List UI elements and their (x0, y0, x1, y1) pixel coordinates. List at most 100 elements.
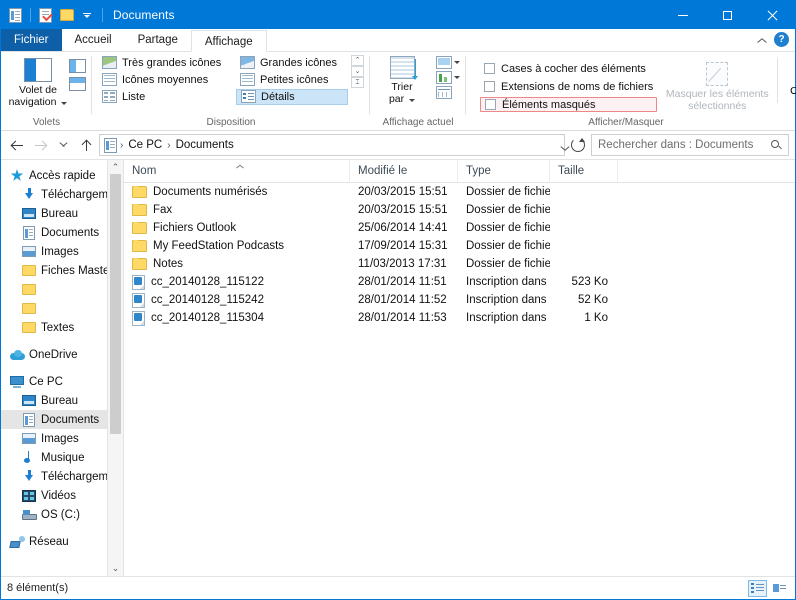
large-icons-icon (240, 56, 255, 69)
new-folder-icon[interactable] (58, 7, 75, 24)
sidebar-scrollbar[interactable]: ⌃ ⌄ (107, 160, 123, 576)
sidebar-item-pc-videos[interactable]: Vidéos (1, 486, 123, 505)
recent-locations-button[interactable] (53, 135, 73, 155)
table-row[interactable]: cc_20140128_115122 28/01/2014 11:51 Insc… (124, 273, 795, 291)
sort-dropdown-icon[interactable] (409, 98, 416, 102)
properties-icon[interactable] (37, 7, 54, 24)
file-modified: 28/01/2014 11:53 (358, 312, 447, 324)
search-box[interactable]: Rechercher dans : Documents (591, 134, 789, 156)
sidebar-item-textes[interactable]: Textes (1, 318, 123, 337)
forward-button[interactable] (30, 135, 50, 155)
checkbox-hidden-items[interactable]: Éléments masqués (480, 97, 658, 112)
table-row[interactable]: My FeedStation Podcasts 17/09/2014 15:31… (124, 237, 795, 255)
column-header-modifie-le[interactable]: Modifié le (350, 160, 458, 182)
options-button[interactable]: Options (784, 56, 796, 102)
layout-option-petites-icones[interactable]: Petites icônes (236, 72, 348, 88)
layout-option-icones-moyennes[interactable]: Icônes moyennes (98, 72, 236, 88)
sort-by-button[interactable]: Trier par (376, 54, 428, 105)
size-columns-button[interactable] (436, 86, 460, 99)
nav-pane-dropdown-icon[interactable] (61, 101, 68, 105)
tab-accueil[interactable]: Accueil (62, 29, 125, 51)
sidebar-item-ce-pc[interactable]: Ce PC (1, 372, 123, 391)
sidebar-item-acces-rapide[interactable]: Accès rapide (1, 166, 123, 185)
search-input[interactable]: Rechercher dans : Documents (598, 139, 771, 151)
sidebar-scroll-thumb[interactable] (110, 174, 121, 434)
file-size: 1 Ko (584, 312, 608, 324)
tab-affichage[interactable]: Affichage (190, 30, 267, 52)
checkbox-file-extensions[interactable]: Extensions de noms de fichiers (480, 79, 657, 94)
layout-option-details[interactable]: Détails (236, 88, 348, 105)
table-row[interactable]: Fax 20/03/2015 15:51 Dossier de fichiers (124, 201, 795, 219)
sidebar-item-pc-os-c[interactable]: OS (C:) (1, 505, 123, 524)
breadcrumb-item-documents[interactable]: Documents (172, 139, 238, 151)
column-header-extra[interactable] (618, 160, 795, 182)
layout-option-liste[interactable]: Liste (98, 89, 236, 105)
table-row[interactable]: cc_20140128_115304 28/01/2014 11:53 Insc… (124, 309, 795, 327)
customize-qat-icon[interactable] (79, 7, 96, 24)
sidebar-item-pc-bureau[interactable]: Bureau (1, 391, 123, 410)
close-button[interactable] (750, 1, 795, 29)
layout-scroll-down-icon[interactable]: ⌄ (351, 66, 364, 77)
sidebar-item-bureau[interactable]: Bureau (1, 204, 123, 223)
table-row[interactable]: Documents numérisés 20/03/2015 15:51 Dos… (124, 183, 795, 201)
file-type: Dossier de fichiers (466, 186, 550, 198)
checkbox-icon-file-extensions[interactable] (484, 81, 495, 92)
preview-pane-icon[interactable] (69, 59, 86, 73)
column-header-taille[interactable]: Taille (550, 160, 618, 182)
sidebar-item-telechargements[interactable]: Téléchargem (1, 185, 123, 204)
details-pane-icon[interactable] (69, 77, 86, 91)
layout-scroll-up-icon[interactable]: ⌃ (351, 55, 364, 66)
cloud-icon (9, 347, 25, 363)
collapse-ribbon-icon[interactable] (757, 35, 766, 44)
file-name: Notes (153, 258, 184, 270)
back-button[interactable] (7, 135, 27, 155)
checkbox-icon-hidden-items[interactable] (485, 99, 496, 110)
checkbox-item-checkboxes[interactable]: Cases à cocher des éléments (480, 61, 657, 76)
sidebar-item-unnamed-1[interactable] (1, 280, 123, 299)
layout-option-grandes-icones[interactable]: Grandes icônes (236, 55, 348, 71)
tab-fichier[interactable]: Fichier (1, 29, 62, 51)
nav-pane-button[interactable]: Volet de navigation (7, 56, 69, 108)
maximize-button[interactable] (705, 1, 750, 29)
table-row[interactable]: Notes 11/03/2013 17:31 Dossier de fichie… (124, 255, 795, 273)
up-button[interactable] (76, 135, 96, 155)
tab-partage[interactable]: Partage (125, 29, 191, 51)
layout-expand-icon[interactable]: ⌶ (351, 77, 364, 88)
window-menu-icon[interactable] (7, 7, 24, 24)
sidebar-item-reseau[interactable]: Réseau (1, 532, 123, 551)
sidebar-item-pc-telechargement[interactable]: Téléchargement (1, 467, 123, 486)
sidebar-item-pc-musique[interactable]: Musique (1, 448, 123, 467)
breadcrumb-item-ce-pc[interactable]: Ce PC (124, 139, 166, 151)
scroll-up-icon[interactable]: ⌃ (112, 160, 120, 175)
sidebar-item-documents-quick[interactable]: Documents (1, 223, 123, 242)
minimize-button[interactable] (660, 1, 705, 29)
window-title: Documents (113, 8, 175, 22)
sort-label-1: Trier (391, 81, 413, 93)
view-toggle-buttons (748, 579, 789, 597)
file-type: Dossier de fichiers (466, 222, 550, 234)
sidebar-item-pc-images[interactable]: Images (1, 429, 123, 448)
scroll-down-icon[interactable]: ⌄ (112, 561, 120, 576)
large-icons-view-button[interactable] (770, 580, 789, 597)
refresh-button[interactable] (568, 135, 588, 155)
sidebar-item-images-quick[interactable]: Images (1, 242, 123, 261)
column-header-nom[interactable]: Nom (124, 160, 350, 182)
table-row[interactable]: cc_20140128_115242 28/01/2014 11:52 Insc… (124, 291, 795, 309)
address-bar: › Ce PC › Documents Rechercher dans : Do… (1, 131, 795, 159)
column-header-type[interactable]: Type (458, 160, 550, 182)
checkbox-icon-item-checkboxes[interactable] (484, 63, 495, 74)
group-by-button[interactable] (436, 71, 460, 84)
table-row[interactable]: Fichiers Outlook 25/06/2014 14:41 Dossie… (124, 219, 795, 237)
help-icon[interactable]: ? (774, 32, 789, 47)
documents-icon (21, 412, 37, 428)
details-view-button[interactable] (748, 579, 767, 597)
sidebar-item-unnamed-2[interactable] (1, 299, 123, 318)
sidebar-item-pc-documents[interactable]: Documents (1, 410, 123, 429)
add-columns-button[interactable] (436, 56, 460, 69)
search-icon (771, 139, 782, 151)
sidebar-item-fiches-master[interactable]: Fiches Master (1, 261, 123, 280)
breadcrumb[interactable]: › Ce PC › Documents (99, 134, 565, 156)
sidebar-item-onedrive[interactable]: OneDrive (1, 345, 123, 364)
group-by-dropdown-icon (454, 76, 460, 79)
layout-option-tres-grandes-icones[interactable]: Très grandes icônes (98, 55, 236, 71)
